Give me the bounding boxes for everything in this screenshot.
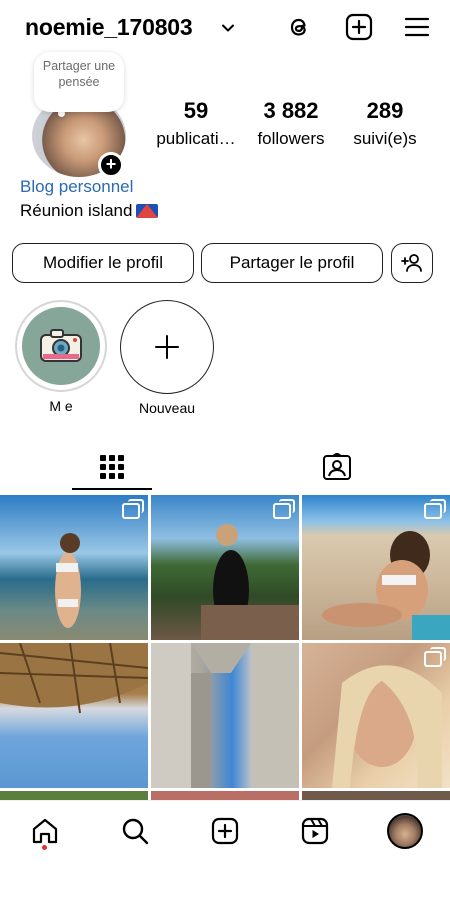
bio-location-text: Réunion island xyxy=(20,201,133,220)
tab-posts-grid[interactable] xyxy=(72,444,152,490)
search-icon xyxy=(122,818,149,845)
camera-icon xyxy=(40,329,82,362)
share-profile-button[interactable]: Partager le profil xyxy=(201,243,383,283)
reunion-flag-icon xyxy=(136,204,159,218)
bio-location: Réunion island xyxy=(20,201,159,221)
post-thumbnail[interactable] xyxy=(302,643,450,788)
post-thumbnail[interactable] xyxy=(151,643,299,788)
add-highlight-button[interactable] xyxy=(120,300,214,394)
tab-tagged[interactable] xyxy=(297,444,377,490)
post-image xyxy=(151,643,299,788)
bio-link[interactable]: Blog personnel xyxy=(20,177,133,197)
bottom-navigation xyxy=(0,800,450,860)
highlight-new[interactable]: Nouveau xyxy=(120,300,214,416)
multi-photo-icon xyxy=(273,499,295,519)
threads-icon[interactable] xyxy=(284,12,314,42)
nav-create[interactable] xyxy=(207,813,243,849)
post-thumbnail[interactable] xyxy=(151,495,299,640)
create-icon xyxy=(211,817,239,845)
stat-posts-label: publicati… xyxy=(156,129,236,148)
multi-photo-icon xyxy=(424,647,446,667)
tagged-icon xyxy=(323,453,351,480)
profile-username[interactable]: noemie_170803 xyxy=(25,14,193,41)
stat-followers[interactable]: 3 882 xyxy=(252,98,330,124)
highlight-me-cover xyxy=(22,307,100,385)
stat-following-label: suivi(e)s xyxy=(353,129,417,148)
highlight-new-label: Nouveau xyxy=(138,400,196,416)
nav-home[interactable] xyxy=(27,813,63,849)
edit-profile-button[interactable]: Modifier le profil xyxy=(12,243,194,283)
home-icon xyxy=(32,818,58,844)
active-tab-indicator xyxy=(72,488,152,490)
stat-followers-label-wrap: followers xyxy=(252,126,330,149)
discover-people-button[interactable] xyxy=(391,243,433,283)
post-thumbnail[interactable] xyxy=(0,495,148,640)
reels-icon xyxy=(301,817,329,845)
add-story-badge[interactable]: + xyxy=(98,152,124,178)
highlight-me-label: M e xyxy=(49,398,73,414)
add-person-icon xyxy=(401,254,422,272)
multi-photo-icon xyxy=(424,499,446,519)
stat-following-label-wrap: suivi(e)s xyxy=(350,126,420,149)
note-bubble[interactable]: Partager une pensée xyxy=(34,52,124,112)
highlight-me-ring xyxy=(15,300,107,392)
multi-photo-icon xyxy=(122,499,144,519)
stat-following[interactable]: 289 xyxy=(352,98,418,124)
highlight-me[interactable]: M e xyxy=(15,300,107,414)
stat-following-count: 289 xyxy=(366,98,404,123)
post-image xyxy=(0,643,148,714)
post-thumbnail[interactable] xyxy=(302,495,450,640)
stat-posts-label-wrap: publicati… xyxy=(148,126,244,149)
nav-reels[interactable] xyxy=(297,813,333,849)
notification-dot xyxy=(42,845,47,850)
stat-posts-count: 59 xyxy=(183,98,209,123)
nav-profile[interactable] xyxy=(387,813,423,849)
profile-avatar-small xyxy=(387,813,423,849)
stat-posts[interactable]: 59 xyxy=(176,98,216,124)
stat-followers-label: followers xyxy=(257,129,325,148)
plus-icon xyxy=(155,335,179,359)
stat-followers-count: 3 882 xyxy=(263,98,319,123)
chevron-down-icon[interactable] xyxy=(220,20,236,36)
top-header: noemie_170803 xyxy=(0,0,450,56)
post-thumbnail[interactable] xyxy=(0,643,148,788)
nav-search[interactable] xyxy=(117,813,153,849)
add-post-icon[interactable] xyxy=(344,12,374,42)
grid-icon xyxy=(100,455,124,479)
menu-icon[interactable] xyxy=(402,12,432,42)
